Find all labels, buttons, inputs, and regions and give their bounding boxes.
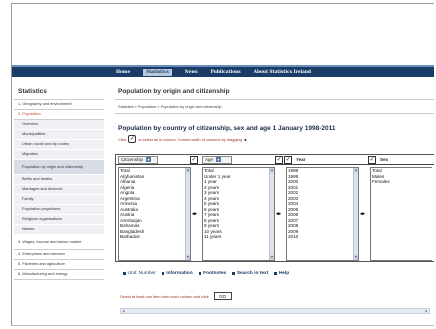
search-text-link[interactable]: Search in text xyxy=(232,271,268,276)
sidebar: Statistics 1. Geography and environment … xyxy=(14,82,104,325)
scroll-down-icon[interactable]: ▾ xyxy=(186,255,190,260)
sidebar-subitem-family[interactable]: Family xyxy=(14,195,104,205)
sidebar-subitem-names[interactable]: Names xyxy=(14,225,104,235)
go-row: Select at least one item from each colum… xyxy=(120,292,232,300)
list-item[interactable]: 2010 xyxy=(287,234,358,240)
nav-home[interactable]: Home xyxy=(116,70,130,75)
column-age: Age ▾ ✓ Total Under 1 year 1 year 2 year… xyxy=(200,155,284,263)
column-sex: ✓ Sex Total Males Females xyxy=(368,155,434,263)
sidebar-subitem-births-deaths[interactable]: Births and deaths xyxy=(14,175,104,185)
table-title: Population by country of citizenship, se… xyxy=(118,125,336,132)
chevron-down-icon: ▾ xyxy=(216,157,222,162)
nav-publications[interactable]: Publications xyxy=(211,70,241,75)
column-year: ✓ Year 1998 1999 2000 2001 2002 2003 200… xyxy=(284,155,368,263)
checkmark-icon: ✓ xyxy=(128,135,137,143)
list-item[interactable]: Females xyxy=(371,179,432,185)
information-link[interactable]: Information xyxy=(161,271,193,276)
bullet-icon xyxy=(123,272,126,275)
chevron-down-icon: ▾ xyxy=(146,157,152,162)
select-all-sex-checkbox[interactable]: ✓ xyxy=(368,156,376,164)
nav-about[interactable]: About Statistics Ireland xyxy=(254,70,311,75)
nav-menu: Home Statistics News Publications About … xyxy=(116,67,324,77)
instructions-click-text: Click xyxy=(118,136,127,142)
go-instruction: Select at least one item from each colum… xyxy=(120,293,209,299)
table-options-bar: Unit: Number Information Footnotes Searc… xyxy=(123,271,295,276)
scroll-up-icon[interactable]: ▴ xyxy=(186,168,190,173)
horizontal-scrollbar[interactable]: ◂ ▸ xyxy=(120,308,430,314)
page-title: Population by origin and citizenship xyxy=(115,82,434,100)
sex-header[interactable]: Sex xyxy=(378,156,428,164)
select-all-year-checkbox[interactable]: ✓ xyxy=(284,156,292,164)
select-all-citizenship-checkbox[interactable]: ✓ xyxy=(190,156,198,164)
sidebar-item-enterprises[interactable]: 4. Enterprises and turnover xyxy=(14,250,104,260)
bullet-icon xyxy=(232,272,235,275)
list-scrollbar[interactable]: ▴ ▾ xyxy=(185,168,190,260)
sidebar-subitem-municipalities[interactable]: Municipalities xyxy=(14,130,104,140)
sex-list[interactable]: Total Males Females xyxy=(370,167,432,261)
column-citizenship: Citizenship ▾ ✓ Total Afghanistan Albani… xyxy=(116,155,200,263)
scroll-down-icon[interactable]: ▾ xyxy=(270,255,274,260)
bullet-icon xyxy=(161,272,165,275)
sidebar-item-geography[interactable]: 1. Geography and environment xyxy=(14,100,104,110)
nav-news[interactable]: News xyxy=(185,70,198,75)
selection-instructions: Click ✓ to select all in column. Control… xyxy=(115,132,434,143)
scroll-down-icon[interactable]: ▾ xyxy=(354,255,358,260)
unit-label: Unit: Number xyxy=(123,271,156,276)
breadcrumb: Statistics » Population » Population by … xyxy=(115,100,434,114)
top-navbar: Home Statistics News Publications About … xyxy=(12,67,434,77)
year-header[interactable]: Year xyxy=(294,156,366,164)
scroll-up-icon[interactable]: ▴ xyxy=(270,168,274,173)
drag-arrows-icon: ◂▸ xyxy=(243,136,247,142)
column-move-arrows-icon[interactable]: ◂▸ xyxy=(276,211,281,217)
sidebar-item-wages[interactable]: 3. Wages, income and labour market xyxy=(14,235,104,250)
sidebar-item-population[interactable]: 2. Population xyxy=(14,110,104,120)
sidebar-title: Statistics xyxy=(14,82,104,100)
bullet-icon xyxy=(198,272,202,275)
year-list[interactable]: 1998 1999 2000 2001 2002 2003 2004 2005 … xyxy=(286,167,359,261)
sidebar-subitem-religious[interactable]: Religious organisations xyxy=(14,215,104,225)
bullet-icon xyxy=(274,272,277,275)
browser-frame: Home Statistics News Publications About … xyxy=(11,3,434,326)
scroll-up-icon[interactable]: ▴ xyxy=(354,168,358,173)
sidebar-item-fisheries[interactable]: 5. Fisheries and agriculture xyxy=(14,260,104,270)
help-link[interactable]: Help xyxy=(274,271,289,276)
column-move-arrows-icon[interactable]: ◂▸ xyxy=(192,211,197,217)
list-item[interactable]: Barbados xyxy=(119,234,190,240)
instructions-text: to select all in column. Control width o… xyxy=(138,136,242,142)
age-list[interactable]: Total Under 1 year 1 year 2 years 3 year… xyxy=(202,167,275,261)
sidebar-subitem-urban-nuclei[interactable]: Urban nuclei and zip codes xyxy=(14,140,104,150)
sidebar-subitem-overview[interactable]: Overview xyxy=(14,120,104,130)
sidebar-subitem-projections[interactable]: Population projections xyxy=(14,205,104,215)
scroll-left-icon[interactable]: ◂ xyxy=(121,309,126,313)
main-content: Population by origin and citizenship Sta… xyxy=(115,82,434,325)
list-scrollbar[interactable]: ▴ ▾ xyxy=(353,168,358,260)
age-select[interactable]: Age ▾ xyxy=(202,155,232,164)
citizenship-list[interactable]: Total Afghanistan Albania Algeria Angola… xyxy=(118,167,191,261)
variable-selector: Citizenship ▾ ✓ Total Afghanistan Albani… xyxy=(115,154,434,262)
scroll-right-icon[interactable]: ▸ xyxy=(424,309,429,313)
list-item[interactable]: 11 years xyxy=(203,234,274,240)
sidebar-subitem-migration[interactable]: Migration xyxy=(14,150,104,160)
sidebar-subitem-marriages[interactable]: Marriages and divorces xyxy=(14,185,104,195)
footnotes-link[interactable]: Footnotes xyxy=(198,271,226,276)
sidebar-subitem-origin-citizenship[interactable]: Population by origin and citizenship xyxy=(14,160,104,175)
go-button[interactable]: GO xyxy=(213,292,232,300)
column-move-arrows-icon[interactable]: ◂▸ xyxy=(360,211,365,217)
select-all-age-checkbox[interactable]: ✓ xyxy=(275,156,283,164)
nav-statistics[interactable]: Statistics xyxy=(143,68,172,76)
sidebar-item-manufacturing[interactable]: 6. Manufacturing and energy xyxy=(14,270,104,280)
list-scrollbar[interactable]: ▴ ▾ xyxy=(269,168,274,260)
citizenship-select[interactable]: Citizenship ▾ xyxy=(118,155,158,164)
